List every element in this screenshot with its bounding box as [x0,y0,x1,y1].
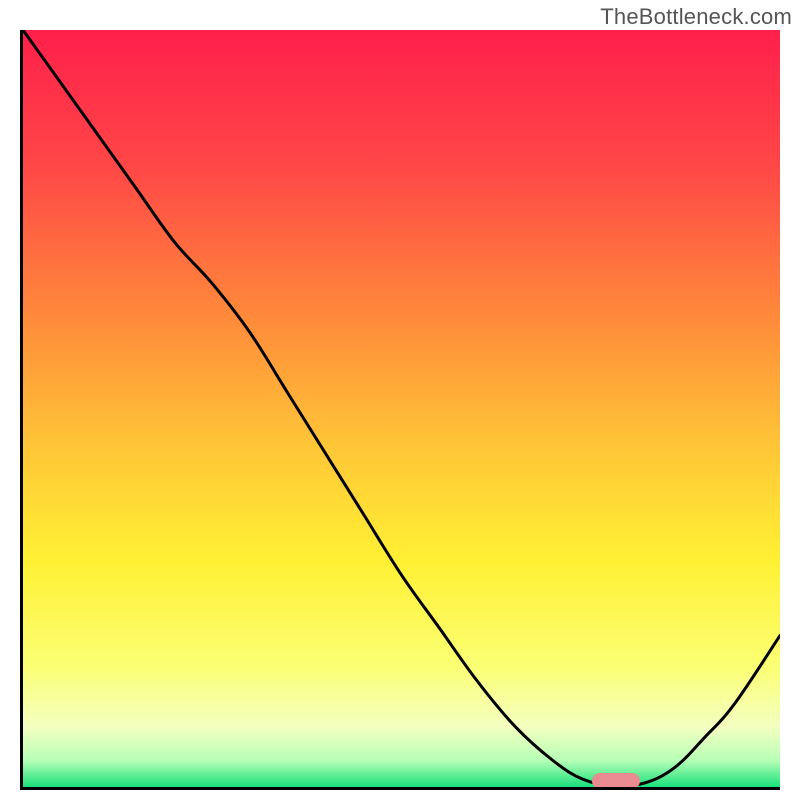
watermark-label: TheBottleneck.com [600,4,792,30]
curve-layer [23,30,780,787]
bottleneck-chart: TheBottleneck.com [0,0,800,800]
plot-area [20,30,780,790]
bottleneck-curve [23,30,780,786]
optimal-marker [592,773,640,789]
